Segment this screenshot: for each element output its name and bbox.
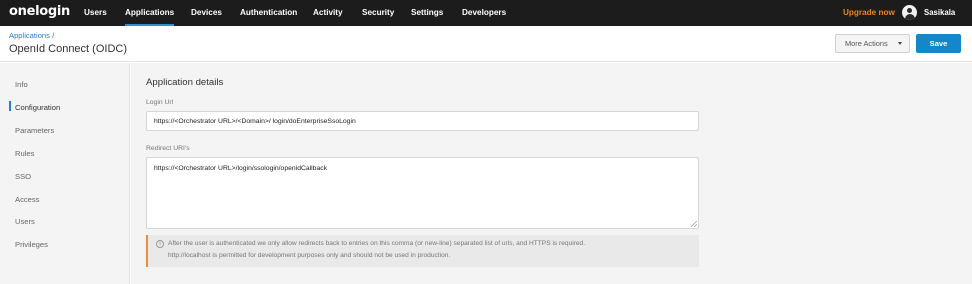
nav-activity[interactable]: Activity [313, 0, 343, 26]
save-button[interactable]: Save [916, 34, 961, 53]
breadcrumb[interactable]: Applications / [9, 31, 54, 40]
redirect-uris-value: https://<Orchestrator URL>/login/ssologi… [154, 165, 328, 172]
caret-down-icon [898, 42, 902, 45]
sidebar-item-parameters[interactable]: Parameters [15, 126, 54, 135]
breadcrumb-separator: / [49, 31, 55, 40]
avatar-head-shape [907, 8, 912, 13]
onelogin-logo[interactable]: onelogin [9, 4, 70, 19]
redirect-uris-label: Redirect URI's [146, 145, 190, 152]
notice-text-line2: http://localhost is permitted for develo… [168, 252, 451, 259]
nav-authentication[interactable]: Authentication [240, 0, 297, 26]
nav-settings[interactable]: Settings [411, 0, 443, 26]
info-circle-icon: i [156, 240, 164, 248]
section-title: Application details [146, 77, 224, 88]
page-title: OpenId Connect (OIDC) [9, 43, 127, 55]
page-header [0, 26, 972, 62]
more-actions-button[interactable]: More Actions [835, 34, 910, 53]
sidebar-item-sso[interactable]: SSO [15, 172, 31, 181]
user-avatar-icon[interactable] [902, 5, 917, 20]
avatar-body-shape [904, 14, 915, 20]
sidebar-item-privileges[interactable]: Privileges [15, 240, 48, 249]
sidebar-active-indicator [9, 101, 11, 111]
top-nav-bar: onelogin Users Applications Devices Auth… [0, 0, 972, 26]
nav-security[interactable]: Security [362, 0, 394, 26]
breadcrumb-applications[interactable]: Applications [9, 31, 50, 40]
upgrade-now-link[interactable]: Upgrade now [843, 0, 895, 26]
nav-applications[interactable]: Applications [125, 0, 175, 26]
sidebar-item-users[interactable]: Users [15, 217, 35, 226]
sidebar-item-access[interactable]: Access [15, 195, 39, 204]
login-url-label: Login Url [146, 99, 174, 106]
sidebar-item-rules[interactable]: Rules [15, 149, 34, 158]
nav-developers[interactable]: Developers [462, 0, 506, 26]
redirect-notice: i After the user is authenticated we onl… [146, 235, 699, 267]
nav-users[interactable]: Users [84, 0, 107, 26]
nav-devices[interactable]: Devices [191, 0, 222, 26]
user-menu[interactable]: Sasikala [924, 0, 955, 26]
notice-text-line1: After the user is authenticated we only … [168, 240, 586, 247]
login-url-input[interactable]: https://<Orchestrator URL>/<Domain>/ log… [146, 111, 699, 131]
sidebar-item-configuration[interactable]: Configuration [15, 103, 60, 112]
more-actions-label: More Actions [845, 39, 888, 48]
redirect-uris-textarea[interactable]: https://<Orchestrator URL>/login/ssologi… [146, 157, 699, 229]
sidebar-item-info[interactable]: Info [15, 80, 28, 89]
resize-grip-icon[interactable] [691, 221, 697, 227]
